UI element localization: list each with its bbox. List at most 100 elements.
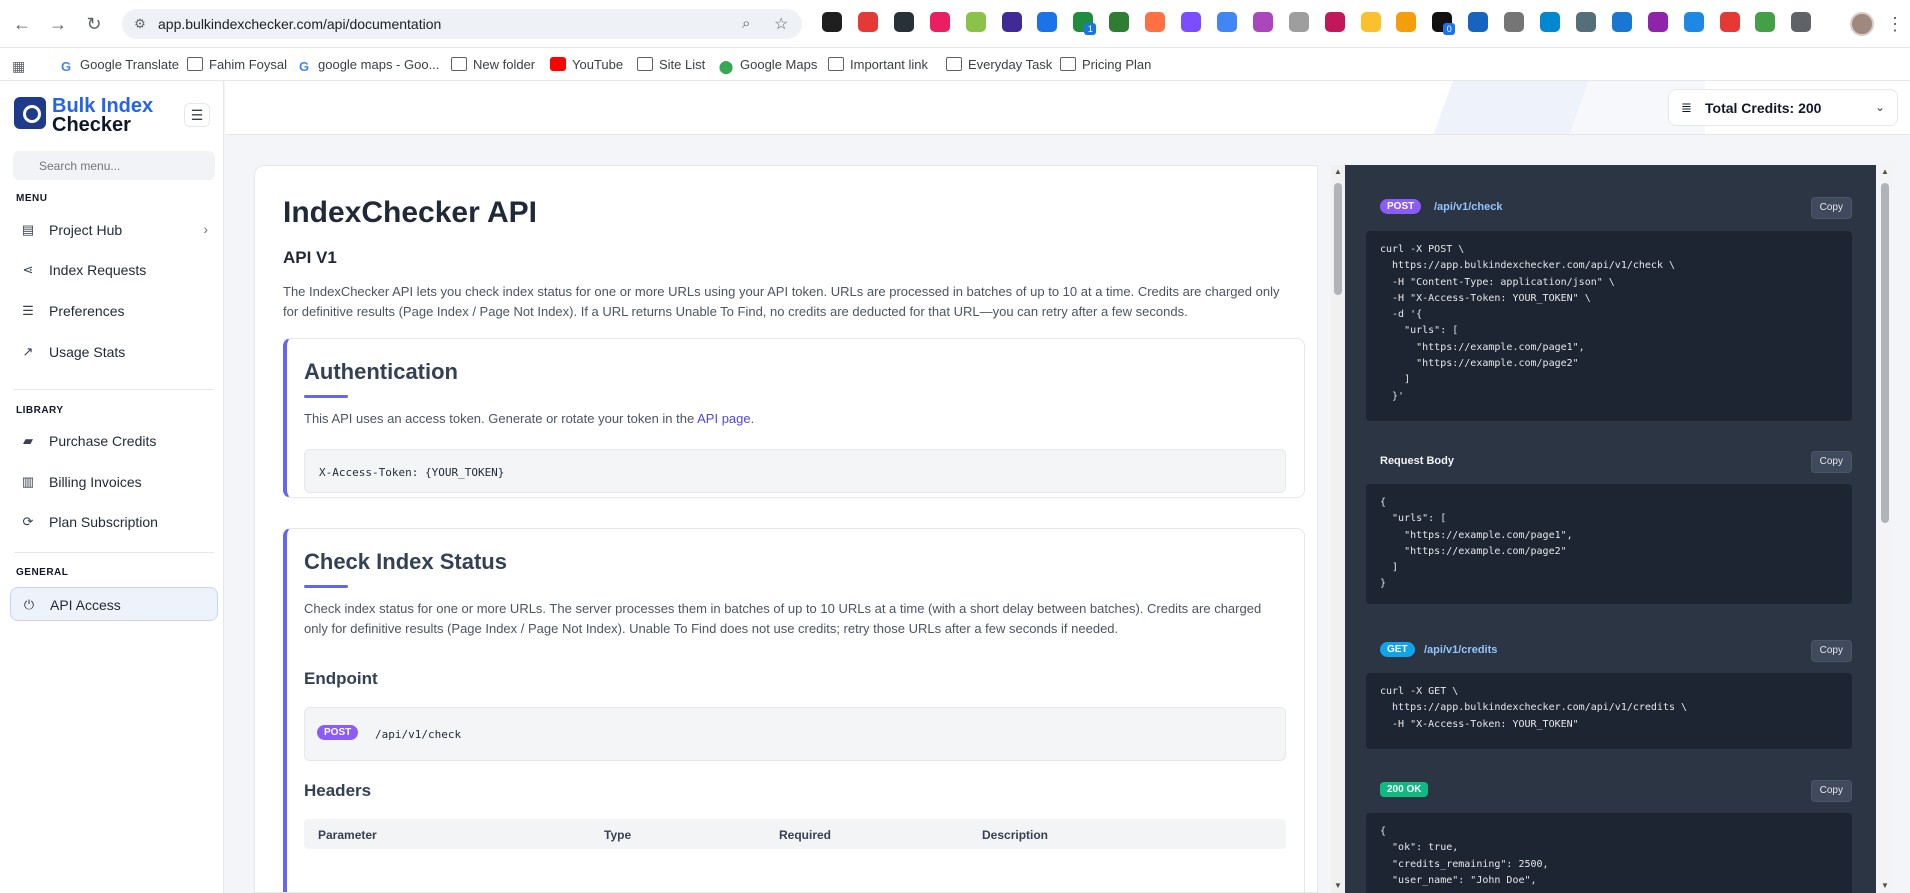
browser-extension-icon[interactable] <box>965 12 986 32</box>
bookmark-pricing-plan[interactable]: Pricing Plan <box>1060 55 1151 75</box>
copy-button[interactable]: Copy <box>1810 640 1852 662</box>
bookmark-youtube[interactable]: YouTube <box>550 55 623 75</box>
folder-icon <box>187 57 203 71</box>
folder-icon <box>1060 57 1076 71</box>
bookmark-google-maps[interactable]: ⬤ Google Maps <box>718 55 818 75</box>
youtube-icon <box>550 57 566 71</box>
code-panel-scrollbar[interactable]: ▲ ▼ <box>1878 165 1892 893</box>
back-arrow-icon[interactable]: ← <box>10 12 34 36</box>
browser-extension-icon[interactable] <box>1001 12 1022 32</box>
browser-toolbar: ← → ↻ ⚙ app.bulkindexchecker.com/api/doc… <box>0 0 1910 48</box>
browser-extension-icon[interactable] <box>1145 12 1166 32</box>
code-block-header: Request Body Copy <box>1380 451 1852 475</box>
browser-extension-icon[interactable] <box>1037 12 1058 32</box>
profile-avatar[interactable] <box>1850 12 1874 36</box>
sidebar-item-preferences[interactable]: ☰ Preferences <box>10 294 218 328</box>
sidebar-item-label: API Access <box>50 597 121 613</box>
folder-icon <box>637 57 653 71</box>
browser-extension-icon[interactable] <box>1360 12 1381 32</box>
browser-extension-icon[interactable] <box>1755 12 1776 32</box>
copy-button[interactable]: Copy <box>1810 780 1852 802</box>
address-url[interactable]: app.bulkindexchecker.com/api/documentati… <box>158 16 441 32</box>
address-bar[interactable]: ⚙ app.bulkindexchecker.com/api/documenta… <box>122 9 802 39</box>
apps-grid-icon[interactable]: ▦ <box>12 55 34 75</box>
table-header-parameter: Parameter <box>318 828 377 842</box>
reload-icon[interactable]: ↻ <box>82 12 106 36</box>
total-credits-dropdown[interactable]: ≣ Total Credits: 200 ⌄ <box>1668 89 1898 126</box>
browser-extension-icon[interactable] <box>1181 12 1201 32</box>
endpoint-box: POST /api/v1/check <box>304 707 1286 761</box>
share-icon: ⋖ <box>22 262 34 277</box>
bookmark-google-maps-goo[interactable]: Ggoogle maps - Goo... <box>296 55 439 75</box>
endpoint-path: /api/v1/credits <box>1424 644 1498 656</box>
scrollbar-thumb[interactable] <box>1334 183 1342 295</box>
chevron-right-icon: › <box>203 221 208 237</box>
maps-pin-icon: ⬤ <box>718 59 734 74</box>
browser-extension-icon[interactable]: 1 <box>1073 12 1097 35</box>
scroll-up-icon[interactable]: ▲ <box>1333 167 1343 177</box>
scroll-down-icon[interactable]: ▼ <box>1333 881 1343 891</box>
bookmark-site-list[interactable]: Site List <box>637 55 705 75</box>
sidebar-item-billing-invoices[interactable]: ▥ Billing Invoices <box>10 465 218 499</box>
folder-icon <box>451 57 467 71</box>
sidebar-item-usage-stats[interactable]: ↗ Usage Stats <box>10 335 218 369</box>
refresh-icon: ⟳ <box>22 514 34 529</box>
section-label-menu: MENU <box>16 193 48 204</box>
browser-extension-icon[interactable] <box>1611 12 1632 32</box>
code-text: { "urls": [ "https://example.com/page1",… <box>1380 497 1573 590</box>
browser-extension-icon[interactable] <box>1647 12 1668 32</box>
wallet-icon: ▰ <box>23 433 33 448</box>
app-sidebar: Bulk Index Checker ☰ ⌕ MENU ▤ Project Hu… <box>0 81 224 893</box>
sidebar-item-project-hub[interactable]: ▤ Project Hub › <box>10 213 218 247</box>
browser-extension-icon[interactable] <box>1216 12 1237 32</box>
browser-extension-icon[interactable] <box>1575 12 1596 32</box>
browser-extension-icon[interactable] <box>1468 12 1489 32</box>
extension-badge: 0 <box>1443 23 1456 35</box>
browser-extension-icon[interactable] <box>822 12 842 32</box>
browser-extension-icon[interactable] <box>929 12 950 32</box>
extension-badge: 1 <box>1084 23 1097 35</box>
scrollbar-thumb[interactable] <box>1881 183 1889 523</box>
code-block: { "ok": true, "credits_remaining": 2500,… <box>1366 813 1852 893</box>
browser-extension-icon[interactable] <box>1719 12 1740 32</box>
scroll-down-icon[interactable]: ▼ <box>1880 881 1890 891</box>
main-scrollbar[interactable]: ▲ ▼ <box>1331 165 1345 893</box>
browser-extension-icon[interactable] <box>1540 12 1560 32</box>
bookmark-fahim-foysal[interactable]: Fahim Foysal <box>187 55 287 75</box>
sidebar-item-label: Purchase Credits <box>49 433 157 449</box>
browser-extension-icon[interactable] <box>1791 12 1812 32</box>
browser-extension-icon[interactable] <box>1109 12 1130 32</box>
sidebar-item-plan-subscription[interactable]: ⟳ Plan Subscription <box>10 505 218 539</box>
sidebar-toggle-button[interactable]: ☰ <box>184 103 210 127</box>
sidebar-item-label: Plan Subscription <box>49 514 158 530</box>
sidebar-item-index-requests[interactable]: ⋖ Index Requests <box>10 253 218 287</box>
forward-arrow-icon[interactable]: → <box>46 12 70 36</box>
sidebar-item-api-access[interactable]: ⏻ API Access <box>10 587 218 621</box>
bookmark-everyday-task[interactable]: Everyday Task <box>946 55 1052 75</box>
browser-extension-icon[interactable] <box>1288 12 1309 32</box>
copy-button[interactable]: Copy <box>1810 197 1852 219</box>
heading-underline <box>304 395 348 398</box>
menu-search-input[interactable] <box>13 151 215 180</box>
bookmark-star-icon[interactable]: ☆ <box>774 14 788 34</box>
browser-extension-icon[interactable] <box>1504 12 1525 32</box>
bookmark-google-translate[interactable]: G Google Translate <box>58 55 179 75</box>
api-page-link[interactable]: API page <box>697 411 751 426</box>
total-credits-label: Total Credits: 200 <box>1705 100 1822 116</box>
browser-menu-icon[interactable]: ⋮ <box>1886 12 1904 36</box>
browser-extension-icon[interactable] <box>1683 12 1704 32</box>
browser-extension-icon[interactable] <box>1252 12 1273 32</box>
copy-button[interactable]: Copy <box>1810 451 1852 473</box>
browser-extension-icon[interactable]: 0 <box>1432 12 1456 35</box>
browser-extension-icon[interactable] <box>857 12 878 32</box>
sidebar-item-label: Billing Invoices <box>49 474 142 490</box>
sidebar-item-purchase-credits[interactable]: ▰ Purchase Credits <box>10 424 218 458</box>
zoom-icon[interactable]: ⌕ <box>742 15 750 32</box>
browser-extension-icon[interactable] <box>1324 12 1345 32</box>
site-info-icon[interactable]: ⚙ <box>132 16 148 32</box>
bookmark-important-link[interactable]: Important link <box>828 55 928 75</box>
scroll-up-icon[interactable]: ▲ <box>1880 167 1890 177</box>
browser-extension-icon[interactable] <box>1396 12 1417 32</box>
browser-extension-icon[interactable] <box>893 12 914 32</box>
bookmark-new-folder[interactable]: New folder <box>451 55 535 75</box>
